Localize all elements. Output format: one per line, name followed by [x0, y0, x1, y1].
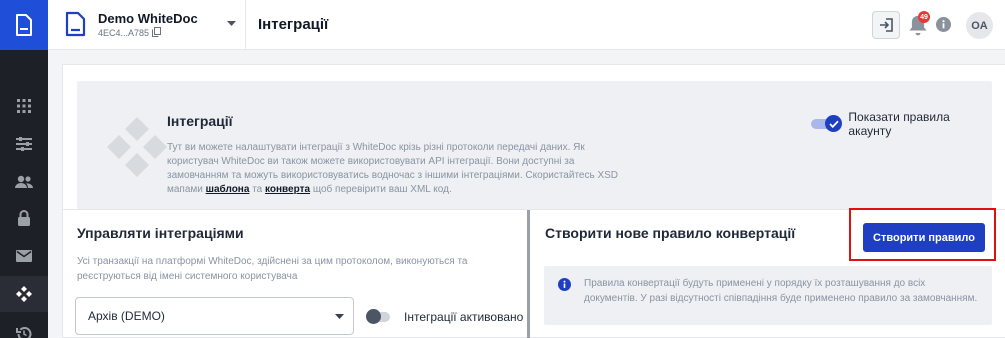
integrations-active-toggle[interactable]: Інтеграції активовано — [366, 309, 524, 324]
chevron-down-icon — [227, 21, 236, 26]
nav-integrations[interactable] — [0, 276, 48, 312]
app-logo[interactable] — [0, 0, 48, 50]
side-navigation — [0, 0, 48, 338]
envelope-xsd-link[interactable]: конверта — [265, 184, 310, 195]
show-account-rules-toggle[interactable]: Показати правила акаунту — [811, 110, 992, 138]
chevron-down-icon — [335, 314, 344, 319]
envelope-icon — [16, 250, 32, 262]
conversion-rules-notice: Правила конвертації будуть применені у п… — [544, 266, 992, 325]
document-logo-icon — [16, 14, 32, 36]
document-icon — [65, 11, 86, 37]
template-xsd-link[interactable]: шаблона — [206, 184, 250, 195]
account-id: 4EC4...A785 — [98, 28, 150, 38]
integrations-icon — [16, 286, 32, 302]
grid-icon — [17, 99, 31, 113]
account-switcher[interactable]: Demo WhiteDoc 4EC4...A785 — [48, 0, 246, 50]
column-divider[interactable] — [527, 210, 530, 338]
sliders-icon — [16, 137, 32, 151]
toggle-track — [366, 309, 390, 324]
integrations-card: Інтеграції Тут ви можете налаштувати інт… — [62, 64, 1005, 338]
lock-icon — [18, 210, 30, 226]
nav-history[interactable] — [0, 316, 48, 338]
notifications-badge: 49 — [918, 11, 930, 23]
info-icon[interactable] — [936, 17, 951, 32]
account-name: Demo WhiteDoc — [98, 11, 198, 26]
login-button[interactable] — [872, 11, 900, 39]
manage-integrations-title: Управляти інтеграціями — [77, 225, 244, 241]
integrations-active-label: Інтеграції активовано — [404, 310, 524, 324]
login-icon — [880, 18, 893, 32]
history-icon — [16, 327, 32, 338]
nav-mail[interactable] — [0, 238, 48, 274]
toggle-knob — [366, 309, 381, 324]
intro-panel: Інтеграції Тут ви можете налаштувати інт… — [77, 81, 992, 209]
intro-description: Тут ви можете налаштувати інтеграції з W… — [167, 141, 627, 197]
integrations-logo-icon — [107, 117, 167, 177]
integration-select[interactable]: Архів (DEMO) — [75, 297, 354, 335]
toggle-track — [811, 115, 842, 132]
nav-settings[interactable] — [0, 126, 48, 162]
manage-integrations-description: Усі транзакції на платформі WhiteDoc, зд… — [77, 256, 468, 282]
top-header: Demo WhiteDoc 4EC4...A785 Інтеграції 49 … — [48, 0, 1005, 50]
page-title: Інтеграції — [258, 16, 329, 33]
nav-apps[interactable] — [0, 88, 48, 124]
checkmark-icon — [825, 115, 842, 132]
intro-text-after: щоб перевірити ваш XML код. — [310, 184, 452, 195]
nav-users[interactable] — [0, 164, 48, 200]
integration-select-value: Архів (DEMO) — [88, 309, 165, 323]
info-icon — [558, 278, 571, 291]
create-rule-button[interactable]: Створити правило — [863, 223, 985, 252]
user-avatar[interactable]: OA — [966, 12, 993, 39]
intro-title: Інтеграції — [167, 113, 233, 129]
conversion-rules-notice-text: Правила конвертації будуть применені у п… — [584, 278, 978, 304]
copy-icon[interactable] — [152, 27, 161, 37]
show-account-rules-label: Показати правила акаунту — [848, 110, 950, 138]
intro-text-and: та — [249, 184, 266, 195]
create-rule-title: Створити нове правило конвертації — [545, 225, 796, 241]
users-icon — [15, 175, 33, 188]
nav-security[interactable] — [0, 200, 48, 236]
